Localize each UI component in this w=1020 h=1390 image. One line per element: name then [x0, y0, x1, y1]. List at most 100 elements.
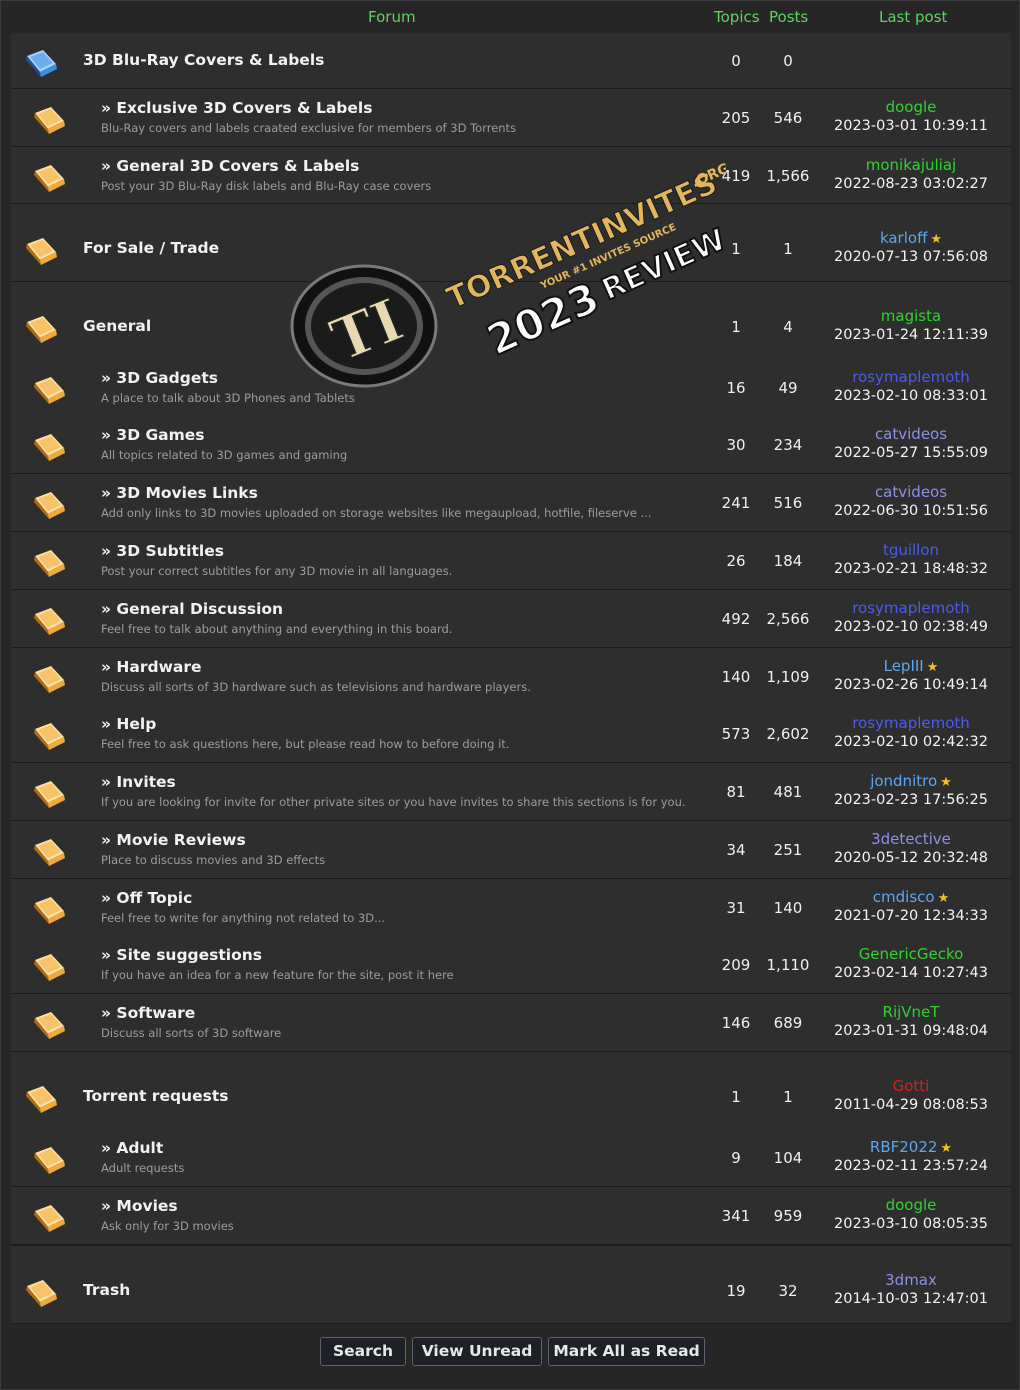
forum-title-link[interactable]: » General 3D Covers & Labels: [101, 157, 359, 175]
action-bar: Search View Unread Mark All as Read: [1, 1337, 1020, 1367]
forum-row: » Movie Reviews Place to discuss movies a…: [11, 821, 1011, 879]
last-post-user-link[interactable]: RBF2022 ★: [811, 1138, 1011, 1156]
folder-icon: [31, 664, 67, 694]
last-post-user-link[interactable]: RijVneT: [811, 1003, 1011, 1021]
forum-title-link[interactable]: » 3D Games: [101, 426, 205, 444]
forum-description: Post your correct subtitles for any 3D m…: [101, 564, 453, 578]
last-post-user-link[interactable]: rosymaplemoth: [811, 714, 1011, 732]
last-post-user-link[interactable]: tguillon: [811, 541, 1011, 559]
header-posts: Posts: [769, 8, 809, 26]
folder-icon: [31, 895, 67, 925]
last-post-user-link[interactable]: catvideos: [811, 483, 1011, 501]
forum-description: Ask only for 3D movies: [101, 1219, 234, 1233]
forum-title-link[interactable]: 3D Blu-Ray Covers & Labels: [83, 51, 324, 69]
forum-title-link[interactable]: » General Discussion: [101, 600, 283, 618]
last-post-user-link[interactable]: 3detective: [811, 830, 1011, 848]
last-post-user-link[interactable]: LepIII ★: [811, 657, 1011, 675]
topics-count: 419: [721, 166, 751, 185]
forum-title-link[interactable]: » Software: [101, 1004, 195, 1022]
last-post-date: 2023-02-23 17:56:25: [834, 791, 988, 808]
last-post-username: 3dmax: [885, 1270, 937, 1289]
forum-title-link[interactable]: Trash: [83, 1281, 130, 1299]
forum-description: Add only links to 3D movies uploaded on …: [101, 506, 652, 520]
last-post-user-link[interactable]: monikajuliaj: [811, 156, 1011, 174]
forum-title-link[interactable]: » Help: [101, 715, 156, 733]
topics-count: 140: [721, 667, 751, 686]
topics-count: 16: [726, 378, 746, 397]
view-unread-button[interactable]: View Unread: [412, 1337, 542, 1366]
topics-count: 1: [731, 239, 741, 258]
forum-description: Discuss all sorts of 3D software: [101, 1026, 282, 1040]
forum-row: » 3D Movies Links Add only links to 3D mo…: [11, 474, 1011, 532]
forum-row: » 3D Gadgets A place to talk about 3D Pho…: [11, 359, 1011, 417]
forum-title-link[interactable]: » 3D Movies Links: [101, 484, 258, 502]
last-post-username: catvideos: [874, 424, 948, 443]
folder-icon: [23, 236, 59, 266]
header-topics: Topics: [714, 8, 760, 26]
topics-count: 492: [721, 609, 751, 628]
forum-row: » Adult Adult requests 9 104 RBF2022 ★ 2023-02…: [11, 1129, 1011, 1187]
category-row: Torrent requests 1 1 Gotti 2011-04-29 08:08:…: [11, 1051, 1011, 1130]
forum-description: Feel free to write for anything not rela…: [101, 911, 386, 925]
last-post-username: RijVneT: [882, 1002, 940, 1021]
last-post-user-link[interactable]: catvideos: [811, 425, 1011, 443]
last-post-user-link[interactable]: cmdisco ★: [811, 888, 1011, 906]
forum-title-link[interactable]: » Exclusive 3D Covers & Labels: [101, 99, 372, 117]
topics-count: 19: [726, 1281, 746, 1300]
category-row: 3D Blu-Ray Covers & Labels 0 0: [11, 33, 1011, 89]
last-post-user-link[interactable]: doogle: [811, 1196, 1011, 1214]
topics-count: 1: [731, 1087, 741, 1106]
forum-title-link[interactable]: » Movies: [101, 1197, 178, 1215]
forum-row: » Movies Ask only for 3D movies 341 959 doog…: [11, 1187, 1011, 1245]
last-post-user-link[interactable]: GenericGecko: [811, 945, 1011, 963]
last-post-username: GenericGecko: [858, 944, 964, 963]
last-post-user-link[interactable]: doogle: [811, 98, 1011, 116]
topics-count: 0: [731, 51, 741, 70]
posts-count: 2,566: [766, 609, 810, 628]
posts-count: 2,602: [766, 724, 810, 743]
last-post-user-link[interactable]: jondnitro ★: [811, 772, 1011, 790]
forum-title-link[interactable]: » Off Topic: [101, 889, 192, 907]
forum-description: If you have an idea for a new feature fo…: [101, 968, 454, 982]
star-icon: ★: [940, 1140, 953, 1156]
last-post-user-link[interactable]: magista: [811, 307, 1011, 325]
forum-title-link[interactable]: Torrent requests: [83, 1087, 228, 1105]
topics-count: 31: [726, 898, 746, 917]
forum-title-link[interactable]: » Hardware: [101, 658, 202, 676]
forum-title-link[interactable]: General: [83, 317, 151, 335]
posts-count: 1,110: [766, 955, 810, 974]
folder-icon: [31, 606, 67, 636]
last-post-user-link[interactable]: karloff ★: [811, 229, 1011, 247]
last-post-username: Gotti: [892, 1076, 930, 1095]
forum-title-link[interactable]: » Adult: [101, 1139, 163, 1157]
forum-title-link[interactable]: » 3D Subtitles: [101, 542, 224, 560]
last-post-user-link[interactable]: rosymaplemoth: [811, 599, 1011, 617]
posts-count: 959: [773, 1206, 803, 1225]
last-post-date: 2023-02-10 08:33:01: [834, 387, 988, 404]
star-icon: ★: [926, 659, 939, 675]
forum-description: Blu-Ray covers and labels craated exclus…: [101, 121, 517, 135]
last-post-user-link[interactable]: rosymaplemoth: [811, 368, 1011, 386]
forum-title-link[interactable]: » 3D Gadgets: [101, 369, 218, 387]
last-post-date: 2011-04-29 08:08:53: [834, 1096, 988, 1113]
search-button[interactable]: Search: [320, 1337, 406, 1366]
forum-title-link[interactable]: For Sale / Trade: [83, 239, 219, 257]
folder-icon: [31, 952, 67, 982]
topics-count: 81: [726, 782, 746, 801]
forum-title-link[interactable]: » Site suggestions: [101, 946, 262, 964]
posts-count: 546: [773, 108, 803, 127]
forum-row: » Hardware Discuss all sorts of 3D hardwa…: [11, 648, 1011, 706]
posts-count: 49: [778, 378, 798, 397]
forum-description: Adult requests: [101, 1161, 185, 1175]
forum-title-link[interactable]: » Invites: [101, 773, 176, 791]
forum-description: Place to discuss movies and 3D effects: [101, 853, 326, 867]
posts-count: 516: [773, 493, 803, 512]
last-post-user-link[interactable]: Gotti: [811, 1077, 1011, 1095]
posts-count: 1,109: [766, 667, 810, 686]
last-post-user-link[interactable]: 3dmax: [811, 1271, 1011, 1289]
mark-all-read-button[interactable]: Mark All as Read: [548, 1337, 705, 1366]
forum-index: Forum Topics Posts Last post 3D Blu-Ray …: [0, 0, 1020, 1390]
forum-title-link[interactable]: » Movie Reviews: [101, 831, 246, 849]
last-post-username: jondnitro: [870, 771, 938, 790]
posts-count: 251: [773, 840, 803, 859]
